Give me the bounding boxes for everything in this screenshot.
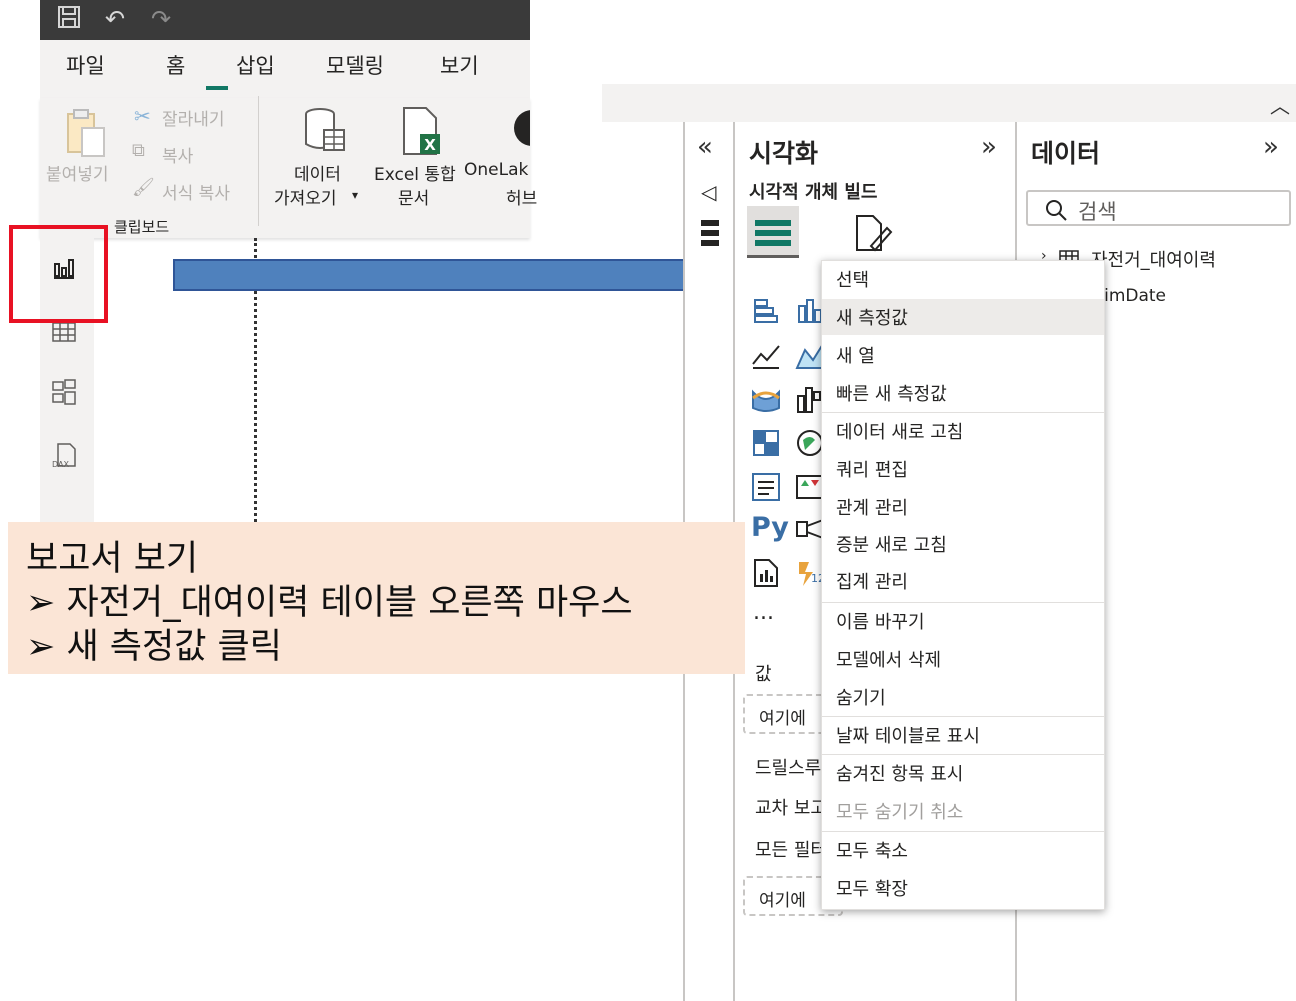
- menu-item-mark-as-date-table[interactable]: 날짜 테이블로 표시: [822, 717, 1104, 753]
- undo-icon[interactable]: ↶: [100, 4, 130, 34]
- text-box-icon[interactable]: [751, 472, 781, 502]
- data-title: 데이터: [1031, 139, 1101, 168]
- cross-report-label: 교차 보고: [755, 798, 827, 819]
- get-data-label-1[interactable]: 데이터: [294, 160, 341, 185]
- onelake-label-1[interactable]: OneLak: [464, 160, 528, 180]
- title-bar: ↶ ↷: [40, 0, 530, 40]
- build-visual-label: 시각적 개체 빌드: [749, 182, 878, 203]
- stacked-bar-chart-icon[interactable]: [751, 296, 781, 326]
- paste-icon: [64, 108, 108, 158]
- menu-item-refresh-data[interactable]: 데이터 새로 고침: [822, 413, 1104, 449]
- menu-item-incremental-refresh[interactable]: 증분 새로 고침: [822, 526, 1104, 562]
- instruction-note: 보고서 보기 ➢ 자전거_대여이력 테이블 오른쪽 마우스 ➢ 새 측정값 클릭: [8, 522, 745, 674]
- tab-view[interactable]: 보기: [440, 50, 479, 80]
- menu-item-hide[interactable]: 숨기기: [822, 679, 1104, 715]
- build-visual-icon: [755, 220, 791, 246]
- format-visual-icon[interactable]: [853, 214, 893, 254]
- visualizations-title: 시각화: [749, 139, 819, 168]
- collapse-data-icon[interactable]: »: [1263, 132, 1279, 162]
- menu-item-manage-aggregations[interactable]: 집계 관리: [822, 563, 1104, 599]
- chevron-down-icon[interactable]: ▾: [352, 188, 358, 202]
- pane-top-strip: ︿: [602, 84, 1296, 122]
- onelake-icon: [510, 106, 530, 150]
- paste-button[interactable]: 붙여넣기: [46, 160, 109, 185]
- model-view-icon[interactable]: [50, 378, 78, 406]
- report-view-highlight-box: [9, 225, 108, 323]
- menu-item-expand-all[interactable]: 모두 확장: [822, 870, 1104, 906]
- tab-modeling[interactable]: 모델링: [326, 50, 384, 80]
- get-data-label-2[interactable]: 가져오기: [274, 184, 337, 209]
- copy-button[interactable]: 복사: [162, 142, 193, 167]
- table-name: 자전거_대여이력: [1091, 250, 1216, 271]
- active-tab-indicator: [206, 86, 228, 90]
- values-drop-text: 여기에: [759, 709, 806, 729]
- tab-file[interactable]: 파일: [66, 50, 105, 80]
- menu-item-new-measure[interactable]: 새 측정값: [822, 299, 1104, 335]
- menu-item-manage-relationships[interactable]: 관계 관리: [822, 489, 1104, 525]
- pointer-arrow: [173, 245, 738, 305]
- treemap-icon[interactable]: [751, 428, 781, 458]
- line-chart-icon[interactable]: [751, 340, 781, 370]
- excel-icon: X: [400, 106, 444, 156]
- all-filters-label: 모든 필터: [755, 840, 827, 861]
- menu-item-unhide-all: 모두 숨기기 취소: [836, 802, 964, 823]
- build-visual-tab[interactable]: [747, 206, 799, 258]
- menu-item-collapse-all[interactable]: 모두 축소: [822, 832, 1104, 868]
- paginated-report-icon[interactable]: [751, 558, 781, 588]
- search-icon: [1046, 200, 1067, 221]
- ribbon-home: 붙여넣기 ✂ 잘라내기 ⧉ 복사 🖌 서식 복사 클립보드 데이터 가져오기 ▾…: [40, 98, 537, 238]
- filters-drop-text: 여기에: [759, 891, 806, 911]
- menu-item-edit-query[interactable]: 쿼리 편집: [822, 451, 1104, 487]
- menu-item-quick-measure[interactable]: 빠른 새 측정값: [822, 375, 1104, 411]
- filter-pane-icon[interactable]: ◁: [701, 180, 716, 204]
- ribbon-tab-bar: 파일 홈 삽입 모델링 보기: [40, 40, 530, 98]
- filters-vertical-icon[interactable]: [699, 218, 721, 258]
- drillthrough-label: 드릴스루: [755, 758, 822, 779]
- note-step-2: ➢ 새 측정값 클릭: [26, 618, 282, 669]
- ribbon-chart-icon[interactable]: [751, 384, 781, 414]
- note-step-2-text: 새 측정값 클릭: [66, 627, 282, 667]
- clipboard-group-label: 클립보드: [114, 218, 170, 236]
- bullet-icon: ➢: [26, 583, 56, 623]
- menu-item-rename[interactable]: 이름 바꾸기: [822, 603, 1104, 639]
- excel-workbook-label-1[interactable]: Excel 통합: [374, 160, 456, 185]
- svg-text:X: X: [424, 136, 436, 154]
- bullet-icon: ➢: [26, 627, 56, 667]
- cut-icon: ✂: [134, 104, 151, 128]
- search-placeholder: 검색: [1078, 200, 1117, 224]
- dax-query-view-icon[interactable]: DAX: [50, 442, 78, 470]
- format-painter-icon: 🖌: [132, 177, 155, 198]
- database-icon: [302, 106, 348, 156]
- ribbon-group-divider: [258, 96, 259, 226]
- values-label: 값: [755, 664, 772, 685]
- data-search-box[interactable]: 검색: [1026, 190, 1291, 226]
- cut-button[interactable]: 잘라내기: [162, 105, 225, 130]
- menu-item-delete-from-model[interactable]: 모델에서 삭제: [822, 641, 1104, 677]
- python-visual-icon[interactable]: Py: [751, 512, 789, 543]
- more-visuals-icon[interactable]: ...: [753, 600, 774, 625]
- redo-icon[interactable]: ↷: [146, 4, 176, 34]
- chevron-up-icon[interactable]: ︿: [1270, 90, 1290, 119]
- onelake-label-2[interactable]: 허브: [506, 184, 537, 209]
- menu-item-new-column[interactable]: 새 열: [822, 337, 1104, 373]
- svg-text:DAX: DAX: [52, 460, 69, 469]
- note-step-1-text: 자전거_대여이력 테이블 오른쪽 마우스: [66, 583, 633, 623]
- format-copy-button[interactable]: 서식 복사: [162, 179, 230, 204]
- save-icon[interactable]: [54, 4, 84, 34]
- collapse-right-icon[interactable]: »: [981, 132, 997, 162]
- excel-workbook-label-2[interactable]: 문서: [398, 184, 429, 209]
- menu-item-view-hidden[interactable]: 숨겨진 항목 표시: [822, 755, 1104, 791]
- table-context-menu: 선택 새 측정값 새 열 빠른 새 측정값 데이터 새로 고침 쿼리 편집 관계…: [821, 260, 1105, 910]
- expand-left-icon[interactable]: «: [697, 132, 713, 162]
- copy-icon: ⧉: [132, 140, 145, 161]
- menu-item-select[interactable]: 선택: [822, 261, 1104, 297]
- tab-insert[interactable]: 삽입: [236, 50, 275, 80]
- tab-home[interactable]: 홈: [166, 50, 185, 80]
